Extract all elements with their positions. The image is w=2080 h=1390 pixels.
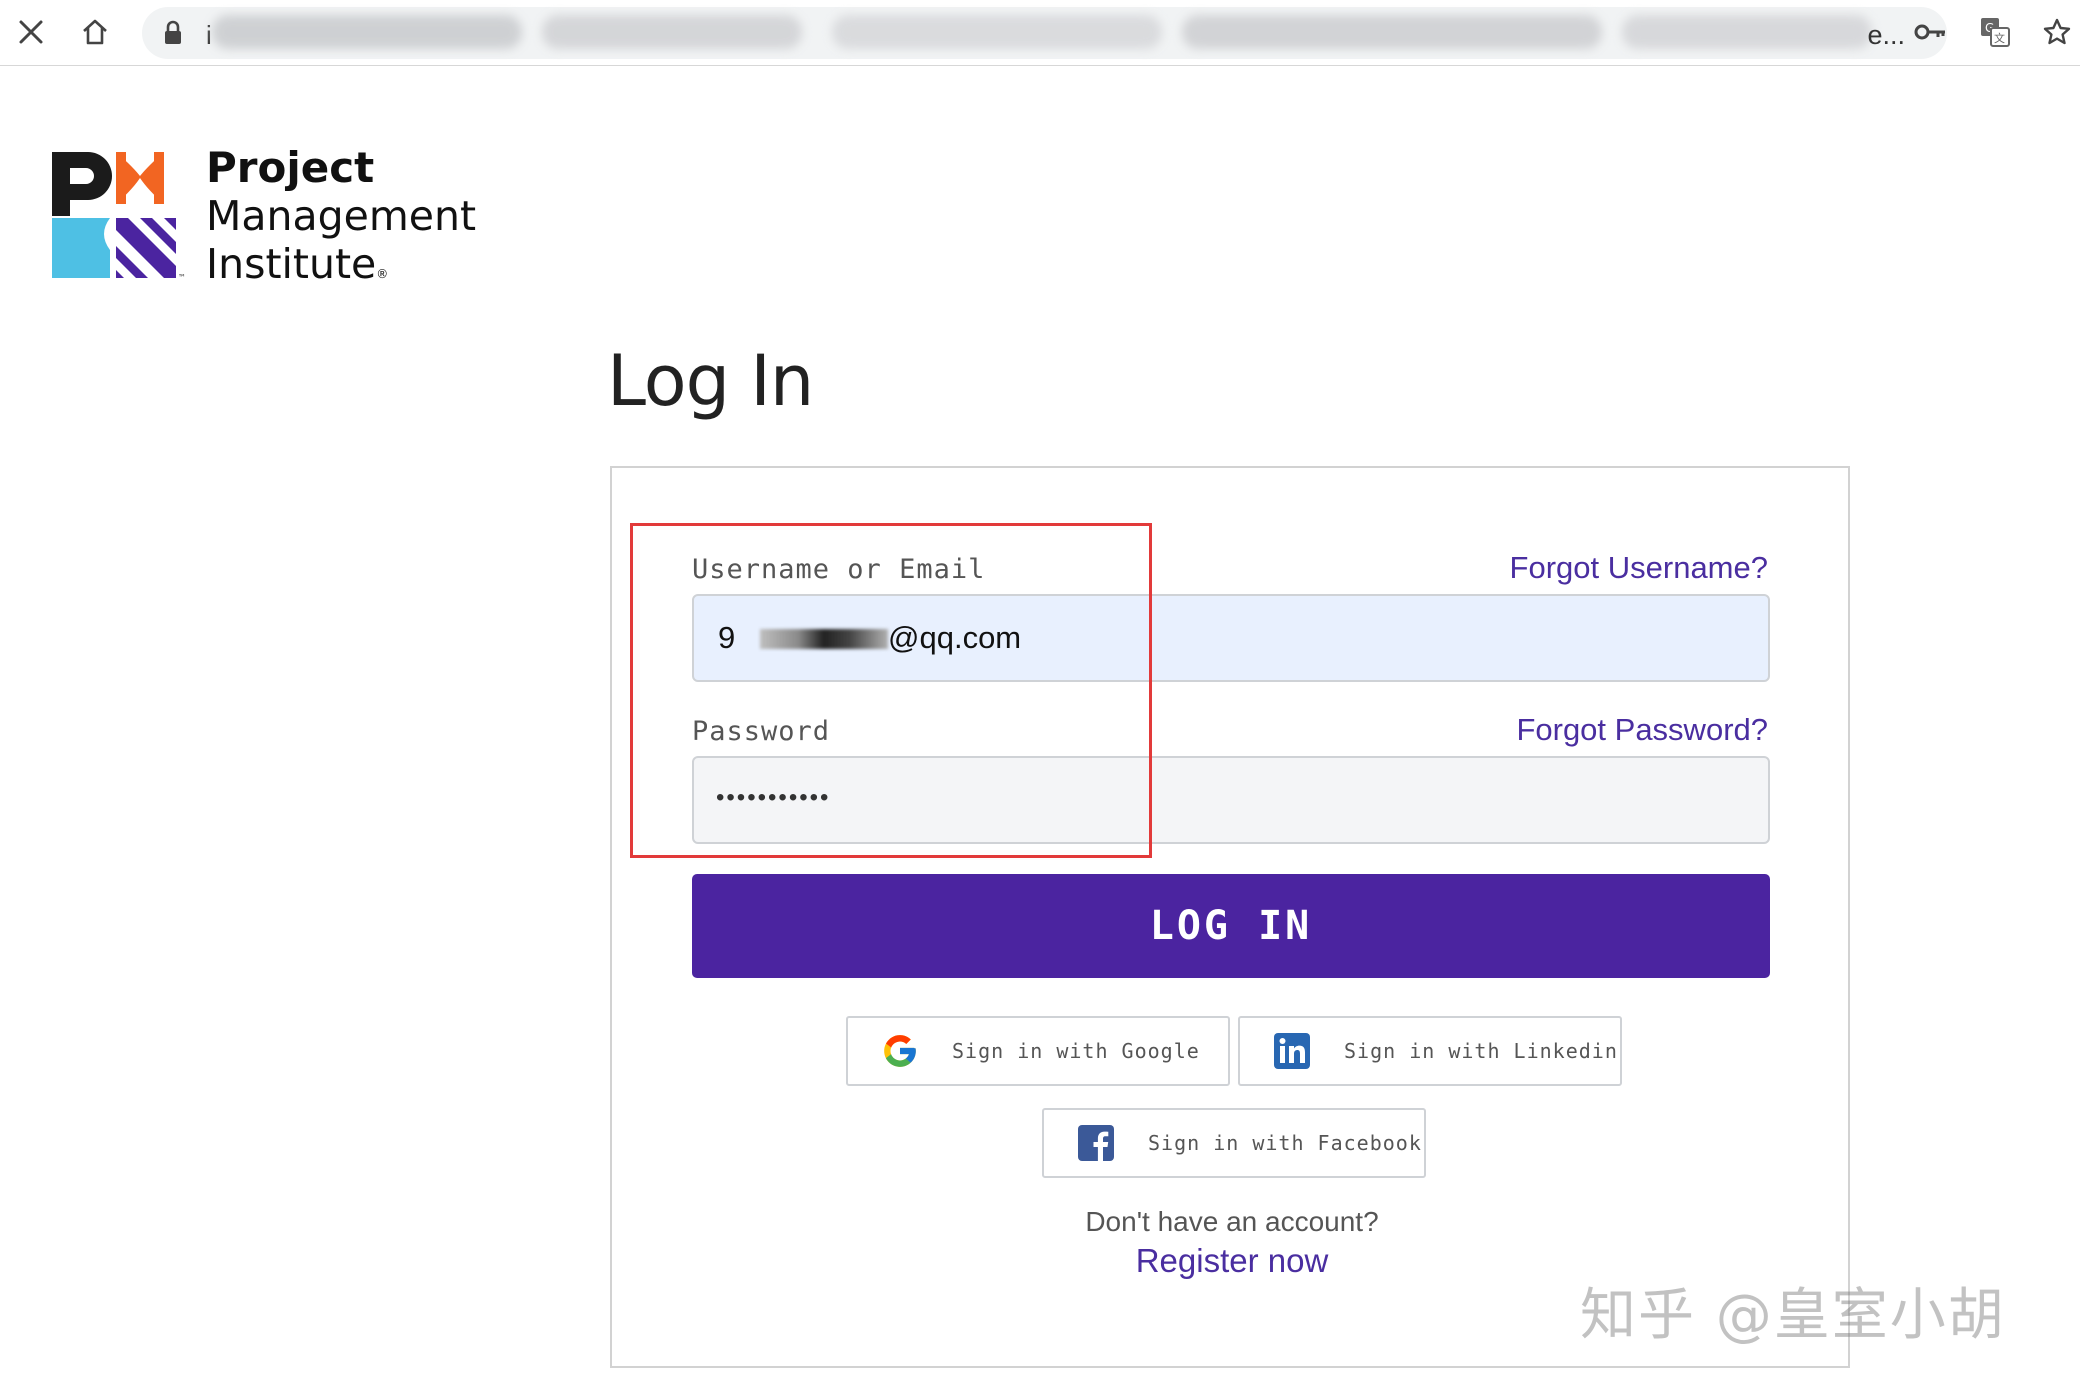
email-redacted xyxy=(760,629,888,649)
email-field[interactable]: 9 @qq.com xyxy=(692,594,1770,682)
google-icon xyxy=(880,1031,920,1071)
forgot-password-link[interactable]: Forgot Password? xyxy=(1516,712,1768,748)
address-bar[interactable]: i e... xyxy=(142,7,1947,59)
home-icon[interactable] xyxy=(72,9,118,55)
google-signin-label: Sign in with Google xyxy=(952,1039,1200,1063)
logo-line-project: Project xyxy=(206,143,375,192)
browser-toolbar: i e... G文 xyxy=(0,0,2080,66)
forgot-username-link[interactable]: Forgot Username? xyxy=(1510,550,1768,586)
lock-icon xyxy=(150,10,196,56)
facebook-signin-label: Sign in with Facebook xyxy=(1148,1131,1422,1155)
login-button[interactable]: LOG IN xyxy=(692,874,1770,978)
registered-symbol: ® xyxy=(376,267,389,281)
page-title: Log In xyxy=(607,340,814,422)
url-visible-prefix: i xyxy=(206,20,212,46)
facebook-signin-button[interactable]: Sign in with Facebook xyxy=(1042,1108,1426,1178)
watermark: 知乎 @皇室小胡 xyxy=(1580,1283,2006,1348)
url-redacted xyxy=(542,15,802,49)
email-value-prefix: 9 xyxy=(718,620,736,655)
logo-line-institute-text: Institute xyxy=(206,240,377,288)
google-signin-button[interactable]: Sign in with Google xyxy=(846,1016,1230,1086)
url-redacted xyxy=(832,15,1162,49)
pmi-logo-mark: ™ xyxy=(52,152,186,282)
star-icon[interactable] xyxy=(2034,9,2080,55)
key-icon[interactable] xyxy=(1908,9,1954,55)
password-field[interactable]: ••••••••••• xyxy=(692,756,1770,844)
logo-line-institute: Institute® xyxy=(206,240,476,298)
trademark-symbol: ™ xyxy=(178,273,186,282)
email-value-suffix: @qq.com xyxy=(888,620,1022,655)
logo-line-management: Management xyxy=(206,192,477,240)
password-value: ••••••••••• xyxy=(716,784,831,811)
linkedin-signin-button[interactable]: Sign in with Linkedin xyxy=(1238,1016,1622,1086)
logo-wordmark: Project Management Institute® xyxy=(206,144,476,298)
url-redacted xyxy=(1182,15,1602,49)
username-label: Username or Email xyxy=(692,554,986,585)
url-visible-suffix: e... xyxy=(1867,20,1905,50)
login-card: Username or Email Forgot Username? 9 @qq… xyxy=(610,466,1850,1368)
svg-text:文: 文 xyxy=(1994,31,2005,45)
pmi-logo[interactable]: ™ Project Management Institute® xyxy=(50,144,490,288)
password-label: Password xyxy=(692,716,831,747)
close-icon[interactable] xyxy=(8,9,54,55)
translate-icon[interactable]: G文 xyxy=(1972,9,2018,55)
linkedin-signin-label: Sign in with Linkedin xyxy=(1344,1039,1618,1063)
facebook-icon xyxy=(1076,1123,1116,1163)
linkedin-icon xyxy=(1272,1031,1312,1071)
url-redacted xyxy=(212,15,522,49)
url-redacted xyxy=(1622,15,1872,49)
no-account-text: Don't have an account? xyxy=(1085,1206,1379,1237)
